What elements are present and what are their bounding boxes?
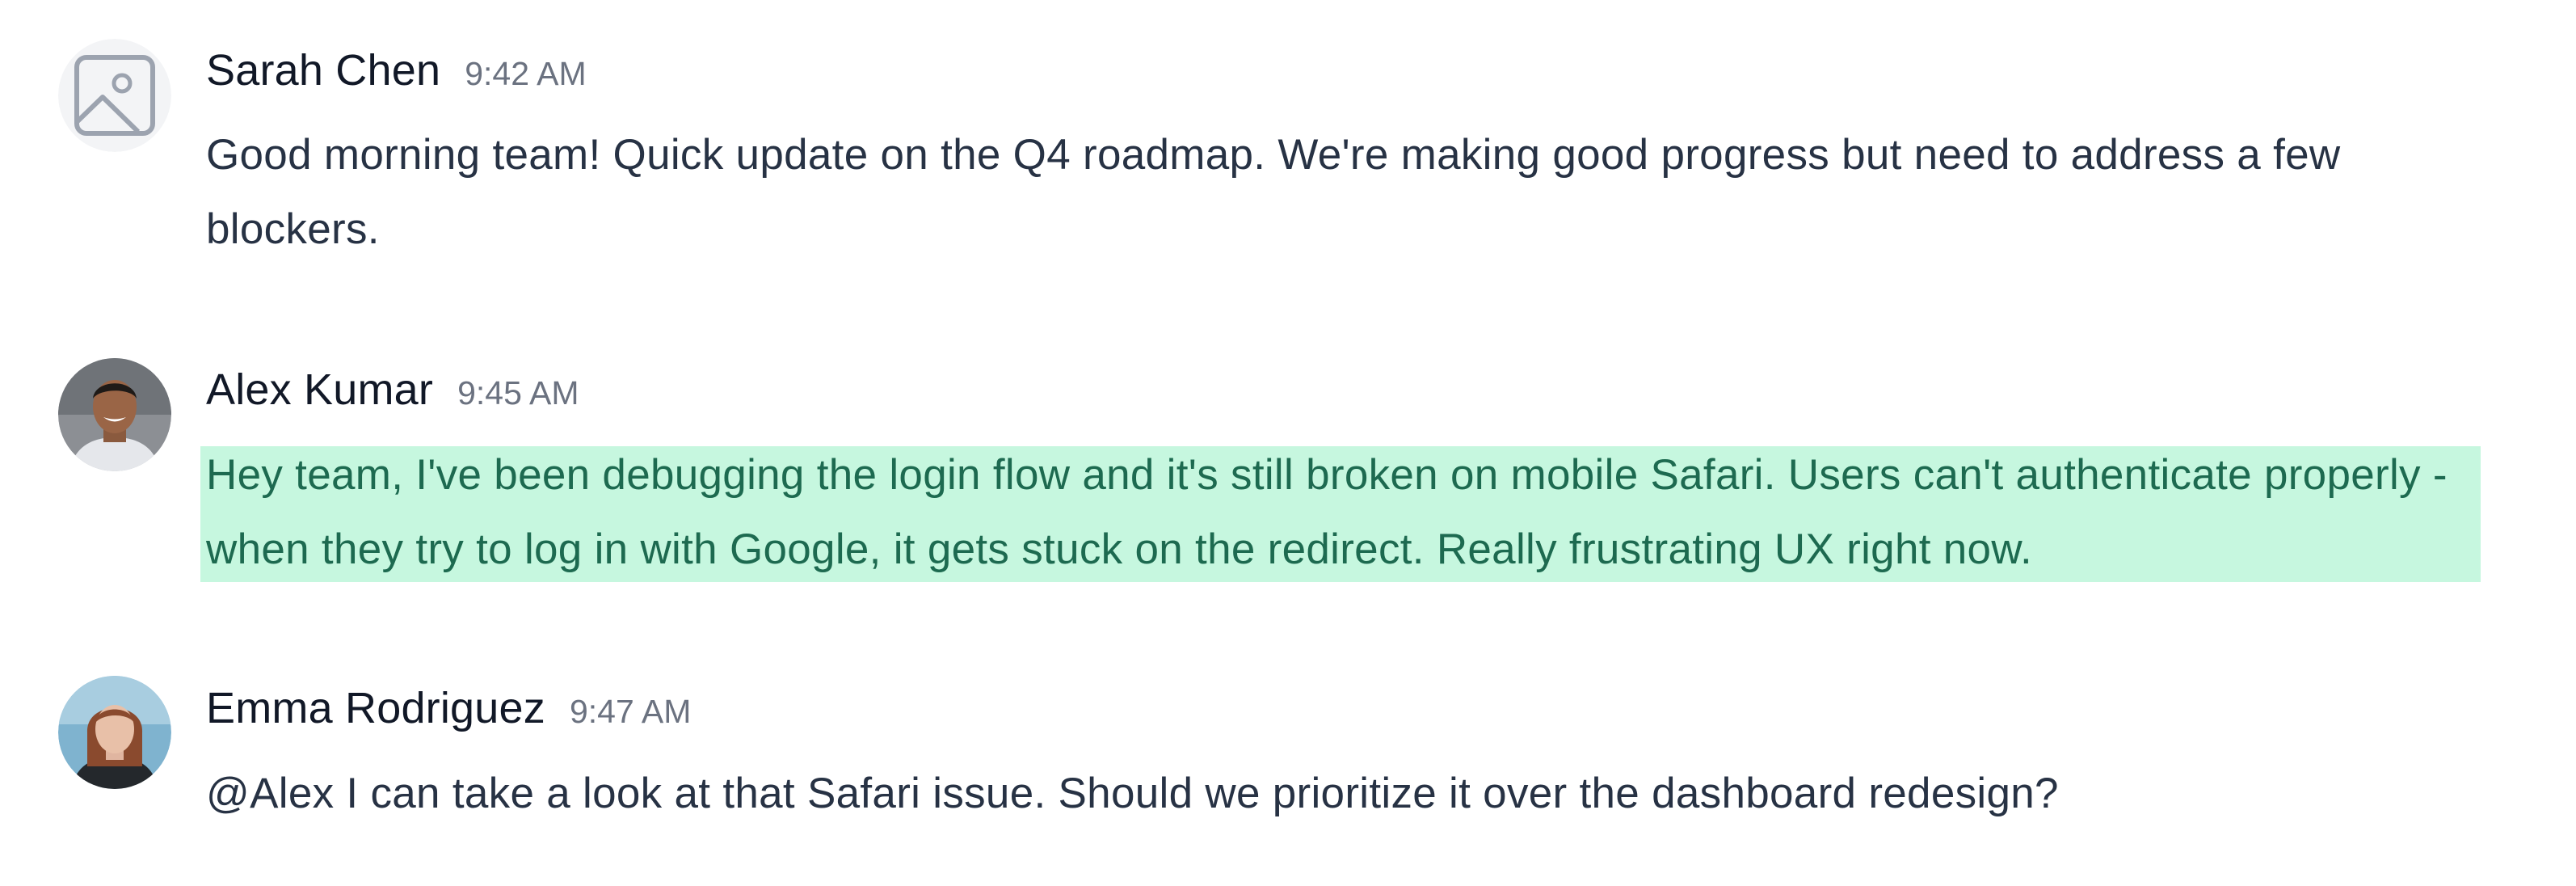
message-header: Sarah Chen 9:42 AM <box>206 45 587 95</box>
author-name[interactable]: Emma Rodriguez <box>206 683 545 733</box>
author-name[interactable]: Sarah Chen <box>206 45 440 95</box>
avatar[interactable] <box>58 676 171 789</box>
message-timestamp: 9:42 AM <box>465 55 587 92</box>
author-name[interactable]: Alex Kumar <box>206 365 433 415</box>
message-timestamp: 9:47 AM <box>569 693 692 730</box>
message-header: Alex Kumar 9:45 AM <box>206 365 579 415</box>
message-text: Hey team, I've been debugging the login … <box>206 451 2448 573</box>
message-list: Sarah Chen 9:42 AM Good morning team! Qu… <box>0 0 2576 886</box>
avatar[interactable] <box>58 358 171 471</box>
message-timestamp: 9:45 AM <box>457 374 579 411</box>
image-placeholder-icon[interactable] <box>58 39 171 152</box>
message-text: @Alex I can take a look at that Safari i… <box>206 770 2059 817</box>
message-header: Emma Rodriguez 9:47 AM <box>206 683 691 733</box>
message-text: Good morning team! Quick update on the Q… <box>206 131 2341 253</box>
